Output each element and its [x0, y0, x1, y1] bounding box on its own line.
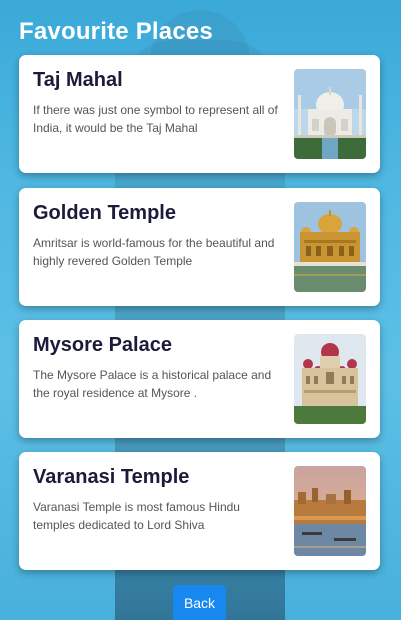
place-name: Golden Temple: [33, 202, 176, 224]
back-button[interactable]: Back: [173, 585, 226, 620]
place-card-taj-mahal[interactable]: Taj Mahal If there was just one symbol t…: [19, 55, 380, 173]
place-description: Amritsar is world-famous for the beautif…: [33, 236, 275, 268]
place-description: The Mysore Palace is a historical palace…: [33, 368, 272, 400]
place-image-golden-temple: [294, 202, 366, 292]
place-name: Mysore Palace: [33, 334, 172, 356]
place-card-varanasi-temple[interactable]: Varanasi Temple Varanasi Temple is most …: [19, 452, 380, 570]
place-description: If there was just one symbol to represen…: [33, 103, 278, 135]
place-card-golden-temple[interactable]: Golden Temple Amritsar is world-famous f…: [19, 188, 380, 306]
place-image-taj-mahal: [294, 69, 366, 159]
place-name: Taj Mahal: [33, 69, 123, 91]
page-title: Favourite Places: [19, 18, 213, 45]
place-description: Varanasi Temple is most famous Hindu tem…: [33, 500, 240, 532]
place-image-mysore-palace: [294, 334, 366, 424]
place-card-mysore-palace[interactable]: Mysore Palace The Mysore Palace is a his…: [19, 320, 380, 438]
place-name: Varanasi Temple: [33, 466, 190, 488]
place-image-varanasi-temple: [294, 466, 366, 556]
